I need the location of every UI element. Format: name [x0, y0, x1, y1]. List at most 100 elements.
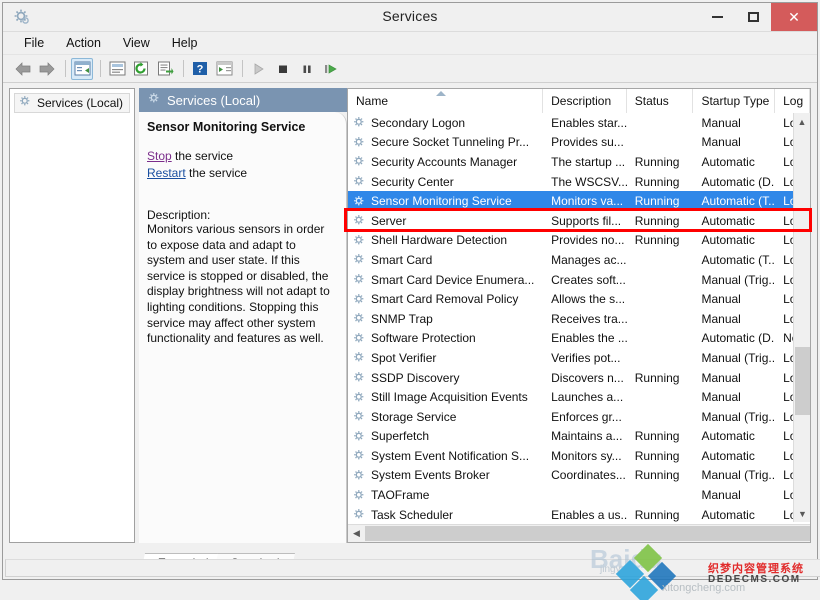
- menu-help[interactable]: Help: [161, 34, 209, 52]
- table-row[interactable]: TAOFrameManualLoc: [348, 485, 810, 505]
- toolbar-separator: [242, 60, 243, 77]
- table-row[interactable]: Task Scheduler Enables a us... Running Auto…: [348, 505, 810, 522]
- stop-service-link[interactable]: Stop: [147, 149, 172, 163]
- table-row[interactable]: System Event Notification S... Monitors s…: [348, 446, 810, 466]
- cell-status: Running: [634, 468, 680, 483]
- cell-startup: Automatic (D...: [701, 331, 776, 346]
- table-row[interactable]: Still Image Acquisition Events Launches a…: [348, 387, 810, 407]
- table-row[interactable]: Spot Verifier Verifies pot... Manual (Trig…: [348, 348, 810, 368]
- service-name-label: System Events Broker: [371, 468, 490, 483]
- play-icon: [254, 62, 264, 75]
- column-header-description[interactable]: Description: [543, 89, 627, 113]
- export-icon: [157, 61, 173, 76]
- properties-button[interactable]: [106, 58, 128, 80]
- service-gear-icon: [353, 273, 366, 286]
- pane-header-label: Services (Local): [167, 92, 261, 108]
- forward-button[interactable]: [36, 58, 58, 80]
- stop-service-button[interactable]: [272, 58, 294, 80]
- cell-startup: Manual: [701, 370, 741, 385]
- menu-view[interactable]: View: [112, 34, 161, 52]
- pause-service-button[interactable]: [296, 58, 318, 80]
- table-row[interactable]: Software Protection Enables the ... Automa…: [348, 329, 810, 349]
- horizontal-scroll-thumb[interactable]: [365, 526, 810, 541]
- table-row[interactable]: Secure Socket Tunneling Pr... Provides su…: [348, 133, 810, 153]
- close-icon: ✕: [788, 8, 800, 25]
- cell-name: Smart Card Device Enumera...: [348, 273, 543, 287]
- menu-action[interactable]: Action: [55, 34, 112, 52]
- cell-description: Enables the ...: [551, 331, 627, 346]
- cell-description: Discovers n...: [551, 370, 624, 385]
- restart-service-button[interactable]: [320, 58, 342, 80]
- forward-arrow-icon: [39, 61, 55, 76]
- scroll-up-icon[interactable]: ▲: [794, 113, 810, 130]
- table-row[interactable]: Secondary LogonEnables star...ManualLoc: [348, 113, 810, 133]
- table-row[interactable]: Storage Service Enforces gr... Manual (Tri…: [348, 407, 810, 427]
- show-hide-tree-button[interactable]: [71, 57, 93, 80]
- scroll-left-icon[interactable]: ◀: [348, 525, 365, 542]
- service-gear-icon: [353, 410, 366, 423]
- service-gear-icon: [353, 371, 366, 384]
- service-name-label: Smart Card Device Enumera...: [371, 272, 535, 287]
- table-row[interactable]: Smart Card Device Enumera... Creates soft…: [348, 270, 810, 290]
- horizontal-scrollbar[interactable]: ◀: [348, 524, 810, 542]
- cell-description: Monitors va...: [551, 194, 624, 209]
- toolbar-separator: [65, 60, 66, 77]
- column-header-label: Log: [783, 94, 804, 108]
- cell-name: Security Center: [348, 175, 543, 189]
- services-window: Services ✕ File Action View Help ? Servi…: [2, 2, 820, 580]
- menu-file[interactable]: File: [13, 34, 55, 52]
- table-row[interactable]: SSDP Discovery Discovers n... Running Manua…: [348, 368, 810, 388]
- export-list-button[interactable]: [154, 58, 176, 80]
- service-name-label: SNMP Trap: [371, 311, 433, 326]
- close-button[interactable]: ✕: [771, 3, 817, 31]
- cell-status: Running: [634, 174, 680, 189]
- service-gear-icon: [353, 332, 366, 345]
- service-gear-icon: [353, 449, 366, 462]
- cell-name: SSDP Discovery: [348, 371, 543, 385]
- table-row[interactable]: Security Center The WSCSV... Running Automa…: [348, 172, 810, 192]
- column-header-startup-type[interactable]: Startup Type: [693, 89, 776, 113]
- service-name-label: Security Center: [371, 174, 454, 189]
- table-row[interactable]: Shell Hardware Detection Provides no... Ru…: [348, 231, 810, 251]
- table-row-selected[interactable]: Sensor Monitoring Service Monitors va... R…: [348, 191, 810, 211]
- maximize-button[interactable]: [735, 3, 771, 31]
- service-gear-icon: [353, 175, 366, 188]
- column-header-name[interactable]: Name: [348, 89, 544, 113]
- cell-description: Provides su...: [551, 135, 624, 150]
- help-button[interactable]: ?: [189, 58, 211, 80]
- column-header-log[interactable]: Log: [775, 89, 810, 113]
- table-row[interactable]: Security Accounts Manager The startup ...…: [348, 152, 810, 172]
- table-row[interactable]: Smart Card Removal Policy Allows the s...…: [348, 289, 810, 309]
- show-action-pane-button[interactable]: [213, 58, 235, 80]
- services-list-view: Name Description Status Startup Type Log Sec…: [347, 88, 811, 543]
- service-name-label: Security Accounts Manager: [371, 154, 518, 169]
- cell-name: TAOFrame: [348, 488, 543, 502]
- scroll-down-icon[interactable]: ▼: [794, 505, 810, 522]
- properties-icon: [109, 61, 125, 76]
- cell-startup: Manual: [701, 311, 741, 326]
- cell-status: Running: [634, 370, 680, 385]
- table-row[interactable]: Smart CardManages ac...Automatic (T...Lo…: [348, 250, 810, 270]
- cell-startup: Automatic: [701, 213, 755, 228]
- cell-name: System Event Notification S...: [348, 449, 543, 463]
- table-row[interactable]: System Events Broker Coordinates... Runnin…: [348, 466, 810, 486]
- tree-item-services-local[interactable]: Services (Local): [14, 93, 130, 113]
- back-button[interactable]: [12, 58, 34, 80]
- refresh-icon: [133, 61, 148, 76]
- minimize-button[interactable]: [699, 3, 735, 31]
- service-gear-icon: [353, 234, 366, 247]
- table-row[interactable]: SNMP TrapReceives tra...ManualLoc: [348, 309, 810, 329]
- table-row[interactable]: ServerSupports fil...RunningAutomaticLoc: [348, 211, 810, 231]
- start-service-button[interactable]: [248, 58, 270, 80]
- cell-description: The WSCSV...: [551, 174, 627, 189]
- table-row[interactable]: Superfetch Maintains a... Running Automatic…: [348, 427, 810, 447]
- service-name-label: Shell Hardware Detection: [371, 233, 508, 248]
- vertical-scrollbar[interactable]: ▲ ▼: [793, 113, 810, 522]
- column-header-status[interactable]: Status: [626, 89, 694, 113]
- service-gear-icon: [353, 430, 366, 443]
- restart-service-link[interactable]: Restart: [147, 166, 186, 180]
- cell-description: Supports fil...: [551, 213, 622, 228]
- vertical-scroll-thumb[interactable]: [795, 347, 810, 415]
- refresh-button[interactable]: [130, 58, 152, 80]
- toolbar: ?: [3, 55, 817, 83]
